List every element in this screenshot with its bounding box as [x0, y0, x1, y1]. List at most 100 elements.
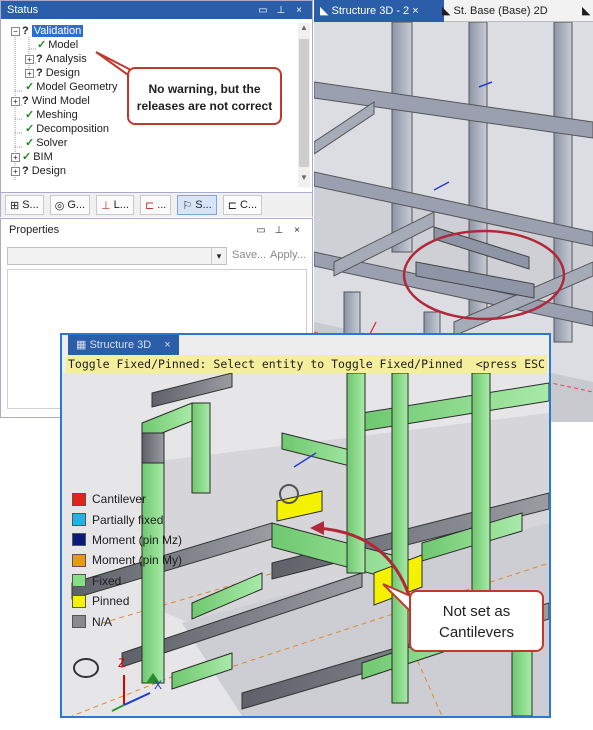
- close-icon[interactable]: ×: [290, 225, 304, 236]
- legend-label: Moment (pin My): [92, 553, 183, 568]
- tree-item-decomposition[interactable]: ✓ Decomposition: [25, 122, 109, 136]
- pin-icon[interactable]: ⊥: [272, 225, 286, 236]
- tree-label: Validation: [31, 25, 84, 37]
- callout-line-2: releases are not correct: [136, 99, 273, 113]
- tab-graphics[interactable]: ◎ G...: [49, 195, 91, 215]
- check-icon: ✓: [25, 109, 35, 121]
- tree-item-wind-model[interactable]: +? Wind Model: [11, 94, 90, 108]
- structure-view-icon: ▦: [76, 339, 90, 351]
- tree-scrollbar[interactable]: ▲ ▼: [298, 23, 310, 187]
- tree-item-design[interactable]: +? Design: [25, 66, 80, 80]
- check-icon: ✓: [25, 123, 35, 135]
- tab-c[interactable]: ⊏ C...: [222, 195, 263, 215]
- tab-label: Structure 3D: [89, 339, 152, 351]
- check-icon: ✓: [37, 39, 47, 51]
- legend-swatch: [72, 553, 86, 567]
- tab-sections[interactable]: ⊏...: [139, 195, 172, 215]
- x-axis-label: X: [154, 678, 163, 692]
- tree-item-bim[interactable]: + ✓ BIM: [11, 150, 53, 164]
- release-legend: Cantilever Partially fixed Moment (pin M…: [72, 489, 182, 632]
- tree-label: Decomposition: [36, 123, 109, 135]
- close-icon[interactable]: ×: [412, 5, 418, 17]
- panel-tab-row: ⊞ S... ◎ G... ⊥ L... ⊏... ⚐ S... ⊏ C...: [0, 193, 313, 217]
- collapse-icon[interactable]: −: [11, 26, 20, 36]
- legend-swatch: [72, 533, 86, 547]
- legend-item-fixed: Fixed: [72, 571, 182, 591]
- panel-title: Properties: [9, 224, 60, 236]
- legend-swatch: [72, 574, 86, 588]
- chevron-down-icon[interactable]: ▾: [211, 248, 226, 264]
- properties-header: Properties ▭ ⊥ ×: [1, 219, 312, 241]
- expand-icon[interactable]: +: [11, 96, 20, 106]
- scroll-down-icon[interactable]: ▼: [298, 173, 310, 187]
- tree-item-design-2[interactable]: +? Design: [11, 164, 66, 178]
- save-button[interactable]: Save...: [232, 249, 266, 261]
- apply-button[interactable]: Apply...: [270, 249, 306, 261]
- expand-icon[interactable]: +: [25, 54, 34, 64]
- legend-item-na: N/A: [72, 611, 182, 631]
- legend-label: Cantilever: [92, 492, 147, 507]
- callout-line-2: Cantilevers: [438, 624, 515, 641]
- tree-label: Analysis: [45, 53, 87, 65]
- tree-label: BIM: [33, 151, 53, 163]
- tree-item-solver[interactable]: ✓ Solver: [25, 136, 67, 150]
- question-icon: ?: [36, 53, 43, 65]
- tab-label: S...: [195, 199, 212, 211]
- pin-icon[interactable]: ⊥: [274, 5, 288, 16]
- tree-label: Model: [48, 39, 79, 51]
- tree-item-validation[interactable]: −? Validation: [11, 24, 84, 38]
- check-icon: ✓: [22, 151, 32, 163]
- z-axis-label: Z: [118, 656, 126, 670]
- legend-label: Partially fixed: [92, 512, 164, 527]
- tree-item-meshing[interactable]: ✓ Meshing: [25, 108, 78, 122]
- tab-structure-3d[interactable]: ▦ Structure 3D ×: [68, 335, 179, 355]
- inner-tab-strip: ▦ Structure 3D ×: [62, 335, 242, 355]
- check-icon: ✓: [25, 137, 35, 149]
- tab-structure[interactable]: ⊞ S...: [5, 195, 44, 215]
- tab-loads[interactable]: ⊥ L...: [96, 195, 134, 215]
- expand-icon[interactable]: +: [11, 166, 20, 176]
- tab-st-base-2d[interactable]: ◣ St. Base (Base) 2D: [436, 0, 554, 22]
- legend-label: N/A: [92, 614, 113, 629]
- maximize-icon[interactable]: ▭: [254, 225, 268, 236]
- command-prompt: Toggle Fixed/Pinned: Select entity to To…: [66, 355, 547, 373]
- question-icon: ?: [22, 25, 29, 37]
- question-icon: ?: [36, 67, 43, 79]
- close-icon[interactable]: ×: [292, 5, 306, 16]
- tree-label: Design: [45, 67, 80, 79]
- tree-item-model[interactable]: ✓ Model: [37, 38, 78, 52]
- tree-item-analysis[interactable]: +? Analysis: [25, 52, 87, 66]
- base-view-icon: ◣: [442, 5, 454, 17]
- expand-icon[interactable]: +: [25, 68, 34, 78]
- status-icon: ⚐: [182, 199, 193, 212]
- panel-title: Status: [7, 4, 39, 16]
- tab-overflow[interactable]: ◣: [576, 0, 593, 22]
- legend-label: Moment (pin Mz): [92, 532, 183, 547]
- structure-icon: ⊞: [10, 199, 20, 212]
- expand-icon[interactable]: +: [11, 152, 20, 162]
- tree-label: Solver: [36, 137, 68, 149]
- callout-line-1: Not set as: [442, 603, 511, 620]
- legend-item-moment-pin-mz: Moment (pin Mz): [72, 530, 182, 550]
- tab-status[interactable]: ⚐ S...: [177, 195, 217, 215]
- tab-structure-3d-2[interactable]: ◣ Structure 3D - 2 ×: [314, 0, 444, 22]
- properties-combo[interactable]: ▾: [7, 247, 227, 265]
- callout-not-cantilevers: Not set as Cantilevers: [409, 590, 544, 652]
- maximize-icon[interactable]: ▭: [256, 5, 270, 16]
- tab-label: ...: [157, 199, 167, 211]
- tree-label: Design: [31, 165, 66, 177]
- legend-swatch: [72, 594, 86, 608]
- frame-icon: ⊏: [144, 199, 155, 212]
- close-icon[interactable]: ×: [164, 339, 170, 351]
- tab-label: L...: [113, 199, 129, 211]
- esc-hint: <press ESC: [475, 357, 545, 371]
- check-icon: ✓: [25, 81, 35, 93]
- structure-view-icon: ◣: [320, 5, 332, 17]
- scroll-up-icon[interactable]: ▲: [298, 23, 310, 37]
- callout-line-1: No warning, but the: [148, 82, 261, 96]
- legend-swatch: [72, 615, 86, 629]
- scroll-thumb[interactable]: [299, 39, 309, 167]
- structure-3d-window[interactable]: ▦ Structure 3D × Toggle Fixed/Pinned: Se…: [60, 333, 551, 718]
- tab-label: G...: [67, 199, 86, 211]
- tree-label: Meshing: [36, 109, 78, 121]
